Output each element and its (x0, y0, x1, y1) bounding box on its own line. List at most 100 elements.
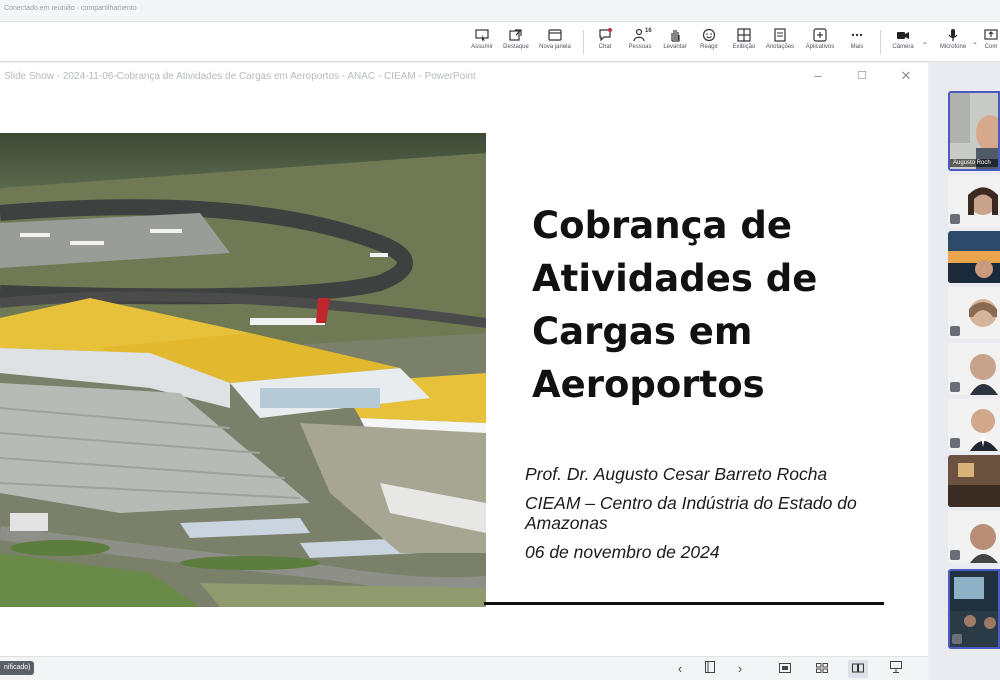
participant-tile[interactable] (948, 455, 1000, 507)
view-icon (737, 28, 751, 42)
chevron-down-icon[interactable]: ⌄ (972, 38, 978, 46)
apps-label: Aplicativos (805, 44, 835, 50)
new-window-button[interactable]: Nova janela (538, 26, 572, 60)
microphone-button[interactable]: Microfone (936, 26, 970, 60)
microphone-label: Microfone (939, 44, 967, 50)
react-icon (702, 28, 716, 42)
take-control-label: Assumir (471, 44, 493, 50)
people-label: Pessoas (628, 44, 652, 50)
slideshow-view-button[interactable] (886, 660, 906, 678)
participant-tile[interactable] (948, 399, 1000, 451)
chevron-left-icon: ‹ (677, 661, 683, 676)
react-label: Reagir (700, 44, 718, 50)
projector-icon (890, 661, 902, 673)
slideshow-statusbar: nificado) ‹ › (0, 656, 928, 680)
chevron-down-icon[interactable]: ⌄ (922, 38, 928, 46)
minimize-icon[interactable]: – (808, 67, 828, 85)
slide-title: Cobrança de Atividades de Cargas em Aero… (532, 199, 892, 411)
slide-title-line: Cargas em (532, 310, 753, 353)
share-icon (984, 29, 998, 40)
presenter-organization: CIEAM – Centro da Indústria do Estado do… (525, 493, 857, 533)
pop-out-label: Destaque (503, 44, 529, 50)
presenter-name: Prof. Dr. Augusto Cesar Barreto Rocha (525, 464, 828, 484)
more-label: Mais (850, 44, 864, 50)
pop-out-icon (509, 29, 522, 41)
chat-icon (599, 28, 612, 42)
slide-subtitle: Prof. Dr. Augusto Cesar Barreto Rocha CI… (525, 464, 905, 571)
reading-view-icon (852, 663, 864, 673)
participant-tile[interactable] (948, 231, 1000, 283)
share-label: Com (984, 44, 998, 50)
chat-label: Chat (598, 44, 612, 50)
participant-tile[interactable] (948, 511, 1000, 563)
take-control-button[interactable]: Assumir (465, 26, 499, 60)
notes-button[interactable]: Anotações (763, 26, 797, 60)
view-button[interactable]: Exibição (727, 26, 761, 60)
participant-tile-presenter[interactable]: Augusto Roch (948, 91, 1000, 171)
apps-button[interactable]: Aplicativos (803, 26, 837, 60)
pop-out-button[interactable]: Destaque (499, 26, 533, 60)
presentation-slide: Cobrança de Atividades de Cargas em Aero… (0, 89, 928, 659)
participant-name: Augusto Roch (950, 159, 998, 167)
normal-view-button[interactable] (775, 660, 795, 678)
camera-icon (897, 32, 909, 39)
maximize-icon[interactable]: ☐ (852, 67, 872, 85)
slides-icon (705, 661, 715, 673)
previous-slide-button[interactable]: ‹ (670, 660, 690, 678)
close-icon[interactable]: ✕ (896, 67, 916, 85)
microphone-icon (948, 29, 958, 41)
airport-aerial-photo (0, 133, 486, 607)
shared-screen: Slide Show - 2024-11-06-Cobrança de Ativ… (0, 63, 928, 660)
new-window-label: Nova janela (539, 44, 571, 50)
slide-title-line: Aeroportos (532, 363, 765, 406)
meeting-toolbar: Assumir Destaque Nova janela Chat 16 Pes… (0, 22, 1000, 62)
camera-button[interactable]: Câmera (886, 26, 920, 60)
share-button[interactable]: Com (982, 26, 1000, 60)
raise-hand-button[interactable]: Levantar (658, 26, 692, 60)
more-icon (851, 33, 863, 37)
mic-muted-icon (950, 382, 960, 392)
notes-label: Anotações (765, 44, 795, 50)
status-badge: nificado) (0, 661, 35, 675)
toolbar-divider (880, 30, 881, 54)
mic-muted-icon (950, 326, 960, 336)
react-button[interactable]: Reagir (692, 26, 726, 60)
people-button[interactable]: 16 Pessoas (623, 26, 657, 60)
chat-button[interactable]: Chat (588, 26, 622, 60)
powerpoint-titlebar: Slide Show - 2024-11-06-Cobrança de Ativ… (0, 63, 928, 89)
normal-view-icon (779, 663, 791, 673)
participant-tile[interactable] (948, 175, 1000, 227)
slide-divider (484, 602, 884, 605)
chevron-right-icon: › (737, 661, 743, 676)
participant-tile[interactable] (948, 343, 1000, 395)
new-window-icon (548, 29, 562, 41)
grid-view-button[interactable] (812, 660, 832, 678)
participant-gallery: Augusto Roch (930, 63, 1000, 680)
reading-view-button[interactable] (848, 660, 868, 678)
take-control-icon (475, 29, 489, 42)
top-strip: Conectado em reunião · compartilhamento (0, 0, 1000, 22)
view-label: Exibição (732, 44, 756, 50)
raise-hand-icon (671, 30, 680, 42)
grid-view-icon (816, 663, 828, 673)
participant-tile[interactable] (948, 569, 1000, 649)
slide-title-line: Atividades de (532, 257, 818, 300)
camera-label: Câmera (892, 44, 914, 50)
more-button[interactable]: Mais (840, 26, 874, 60)
next-slide-button[interactable]: › (730, 660, 750, 678)
mic-muted-icon (950, 214, 960, 224)
slide-sorter-button[interactable] (700, 660, 720, 678)
mic-muted-icon (952, 634, 962, 644)
toolbar-divider (583, 30, 584, 54)
participant-tile[interactable] (948, 287, 1000, 339)
avatar (948, 455, 1000, 507)
apps-icon (813, 28, 827, 42)
presentation-date: 06 de novembro de 2024 (525, 542, 720, 562)
mic-muted-icon (950, 550, 960, 560)
meeting-hint: Conectado em reunião · compartilhamento (4, 5, 137, 12)
avatar (948, 231, 1000, 283)
raise-hand-label: Levantar (663, 44, 687, 50)
notes-icon (774, 28, 786, 42)
window-title: Slide Show - 2024-11-06-Cobrança de Ativ… (4, 71, 476, 82)
people-count: 16 (645, 28, 652, 34)
